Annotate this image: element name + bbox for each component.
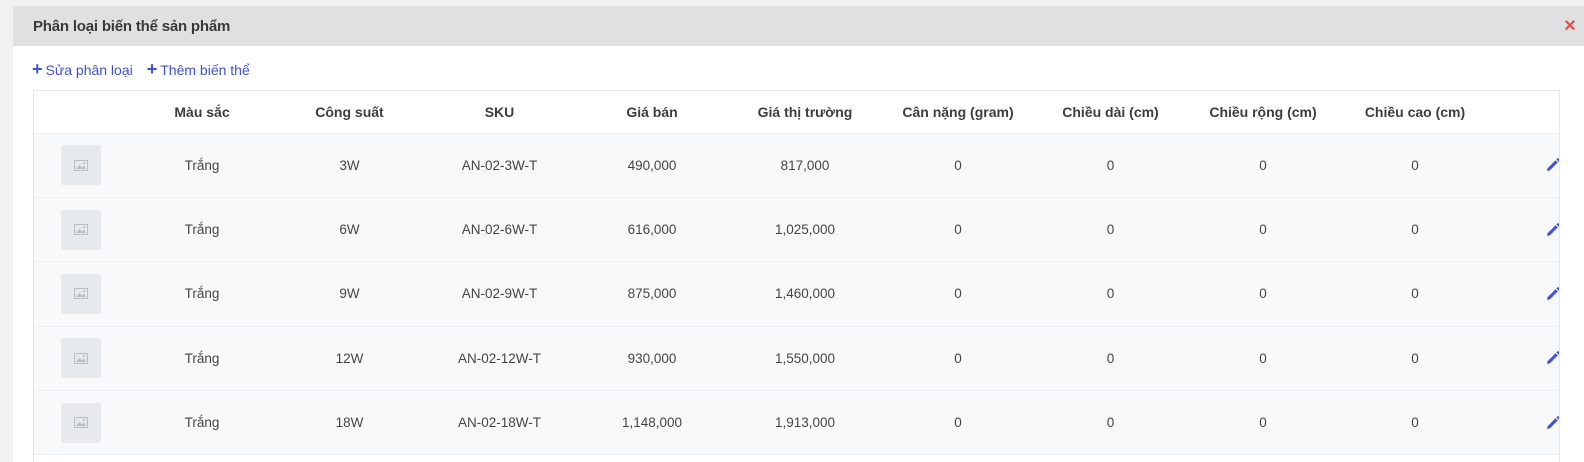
row-actions-cell [1493,197,1559,263]
column-header: Chiều dài (cm) [1032,91,1189,134]
column-header [34,91,126,134]
panel-header: Phân loại biến thể sản phẩm × [13,6,1584,46]
width-cell: 0 [1189,133,1337,198]
variant-table: Màu sắc Công suất SKU Giá bán Giá thị trường… [34,91,1559,456]
height-cell: 0 [1337,261,1493,327]
edit-classification-label: Sửa phân loại [45,62,133,78]
length-cell: 0 [1032,390,1189,456]
thumbnail-cell [34,326,126,392]
sku-cell: AN-02-12W-T [421,326,578,392]
market-price-cell: 1,025,000 [726,197,884,263]
column-header: Công suất [278,91,421,134]
action-bar: + Sửa phân loại + Thêm biến thể [13,46,1584,94]
pencil-icon[interactable] [1545,222,1559,238]
sku-cell: AN-02-9W-T [421,261,578,327]
length-cell: 0 [1032,326,1189,392]
weight-cell: 0 [884,326,1032,392]
column-header: Giá thị trường [726,91,884,134]
image-placeholder-icon[interactable] [61,209,101,250]
thumbnail-cell [34,133,126,198]
thumbnail-cell [34,197,126,263]
length-cell: 0 [1032,261,1189,327]
sku-cell: AN-02-3W-T [421,133,578,198]
row-actions-cell [1493,133,1559,198]
row-actions-cell [1493,390,1559,456]
market-price-cell: 1,913,000 [726,390,884,456]
color-cell: Trắng [126,390,278,456]
panel-title: Phân loại biến thể sản phẩm [33,17,231,35]
color-cell: Trắng [126,326,278,392]
image-placeholder-icon[interactable] [61,273,101,314]
image-placeholder-icon[interactable] [61,338,101,379]
variant-table-container: Màu sắc Công suất SKU Giá bán Giá thị trường… [33,90,1560,462]
add-variant-button[interactable]: + Thêm biến thể [146,59,250,79]
column-header: Giá bán [578,91,726,134]
pencil-icon[interactable] [1545,350,1559,366]
pencil-icon[interactable] [1545,286,1559,302]
thumbnail-cell [34,390,126,456]
close-icon[interactable]: × [1560,16,1580,36]
width-cell: 0 [1189,326,1337,392]
weight-cell: 0 [884,133,1032,198]
price-cell: 490,000 [578,133,726,198]
pencil-icon[interactable] [1545,157,1559,173]
row-actions-cell [1493,261,1559,327]
column-header: Màu sắc [126,91,278,134]
power-cell: 18W [278,390,421,456]
height-cell: 0 [1337,326,1493,392]
table-row: Trắng 18W AN-02-18W-T 1,148,000 1,913,000 0 0 0… [34,390,1559,456]
image-placeholder-icon[interactable] [61,402,101,443]
price-cell: 616,000 [578,197,726,263]
row-actions-cell [1493,326,1559,392]
price-cell: 875,000 [578,261,726,327]
variant-panel: Phân loại biến thể sản phẩm × + Sửa phân… [13,6,1584,462]
color-cell: Trắng [126,261,278,327]
color-cell: Trắng [126,133,278,198]
power-cell: 12W [278,326,421,392]
power-cell: 6W [278,197,421,263]
power-cell: 9W [278,261,421,327]
table-row: Trắng 3W AN-02-3W-T 490,000 817,000 0 0 0 0 [34,133,1559,198]
column-header [1493,91,1559,134]
height-cell: 0 [1337,390,1493,456]
weight-cell: 0 [884,390,1032,456]
column-header: Cân nặng (gram) [884,91,1032,134]
length-cell: 0 [1032,197,1189,263]
weight-cell: 0 [884,261,1032,327]
width-cell: 0 [1189,197,1337,263]
weight-cell: 0 [884,197,1032,263]
price-cell: 930,000 [578,326,726,392]
market-price-cell: 1,550,000 [726,326,884,392]
table-row: Trắng 6W AN-02-6W-T 616,000 1,025,000 0 0 0 0 [34,197,1559,263]
sku-cell: AN-02-6W-T [421,197,578,263]
edit-classification-button[interactable]: + Sửa phân loại [32,59,133,79]
market-price-cell: 1,460,000 [726,261,884,327]
market-price-cell: 817,000 [726,133,884,198]
table-row: Trắng 9W AN-02-9W-T 875,000 1,460,000 0 0 0 0 [34,261,1559,327]
column-header: SKU [421,91,578,134]
column-header: Chiều rộng (cm) [1189,91,1337,134]
width-cell: 0 [1189,390,1337,456]
length-cell: 0 [1032,133,1189,198]
height-cell: 0 [1337,197,1493,263]
add-variant-label: Thêm biến thể [160,62,250,78]
power-cell: 3W [278,133,421,198]
plus-icon: + [32,59,43,79]
price-cell: 1,148,000 [578,390,726,456]
image-placeholder-icon[interactable] [61,145,101,186]
table-header-row: Màu sắc Công suất SKU Giá bán Giá thị trường… [34,91,1559,134]
height-cell: 0 [1337,133,1493,198]
width-cell: 0 [1189,261,1337,327]
thumbnail-cell [34,261,126,327]
table-row: Trắng 12W AN-02-12W-T 930,000 1,550,000 0 0 0 0 [34,326,1559,392]
pencil-icon[interactable] [1545,415,1559,431]
plus-icon: + [146,59,158,79]
column-header: Chiều cao (cm) [1337,91,1493,134]
color-cell: Trắng [126,197,278,263]
sku-cell: AN-02-18W-T [421,390,578,456]
